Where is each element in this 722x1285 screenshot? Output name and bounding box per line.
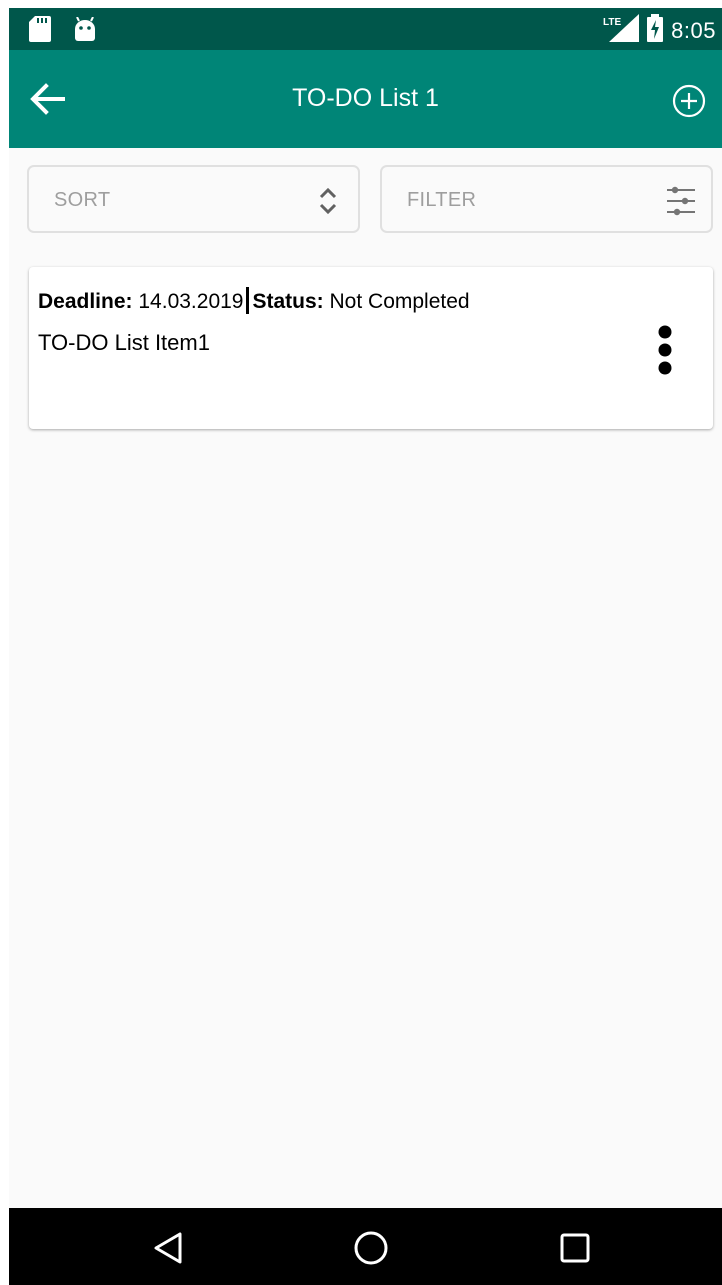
lte-signal-icon: LTE (603, 14, 640, 47)
battery-charging-icon (647, 14, 664, 47)
status-bar: LTE 8:05 (9, 8, 722, 50)
status-time: 8:05 (671, 17, 716, 43)
screen: LTE 8:05 TO-DO List 1 SORT FILTER Deadli… (9, 8, 722, 1285)
nav-back-icon (154, 1232, 182, 1264)
android-icon (73, 16, 97, 46)
status-value: Not Completed (329, 290, 470, 313)
nav-back-button[interactable] (150, 1228, 190, 1268)
status-label: Status: (252, 290, 324, 313)
deadline-label: Deadline: (38, 290, 133, 313)
sort-label: SORT (54, 189, 111, 211)
nav-recents-button[interactable] (555, 1228, 595, 1268)
add-circle-icon (672, 84, 706, 118)
page-title: TO-DO List 1 (292, 84, 439, 112)
nav-home-button[interactable] (351, 1228, 391, 1268)
item-title: TO-DO List Item1 (38, 330, 210, 355)
filter-button[interactable]: FILTER (380, 165, 713, 233)
system-nav-bar (9, 1208, 722, 1285)
sort-dropdown[interactable]: SORT (27, 165, 360, 233)
sd-card-icon (29, 16, 51, 47)
more-vert-icon (658, 325, 672, 375)
filter-label: FILTER (407, 189, 477, 211)
more-options-button[interactable] (655, 325, 675, 375)
todo-item-card[interactable]: Deadline: 14.03.2019 Status: Not Complete… (29, 267, 713, 429)
network-label: LTE (603, 17, 621, 28)
nav-home-icon (354, 1231, 388, 1265)
add-item-button[interactable] (672, 84, 706, 118)
sort-updown-icon (319, 187, 337, 215)
app-bar: TO-DO List 1 (9, 50, 722, 148)
item-meta: Deadline: 14.03.2019 Status: Not Complete… (38, 287, 470, 314)
nav-recents-icon (560, 1233, 590, 1263)
meta-divider (246, 287, 250, 314)
deadline-value: 14.03.2019 (138, 290, 244, 313)
filter-sliders-icon (667, 186, 695, 216)
